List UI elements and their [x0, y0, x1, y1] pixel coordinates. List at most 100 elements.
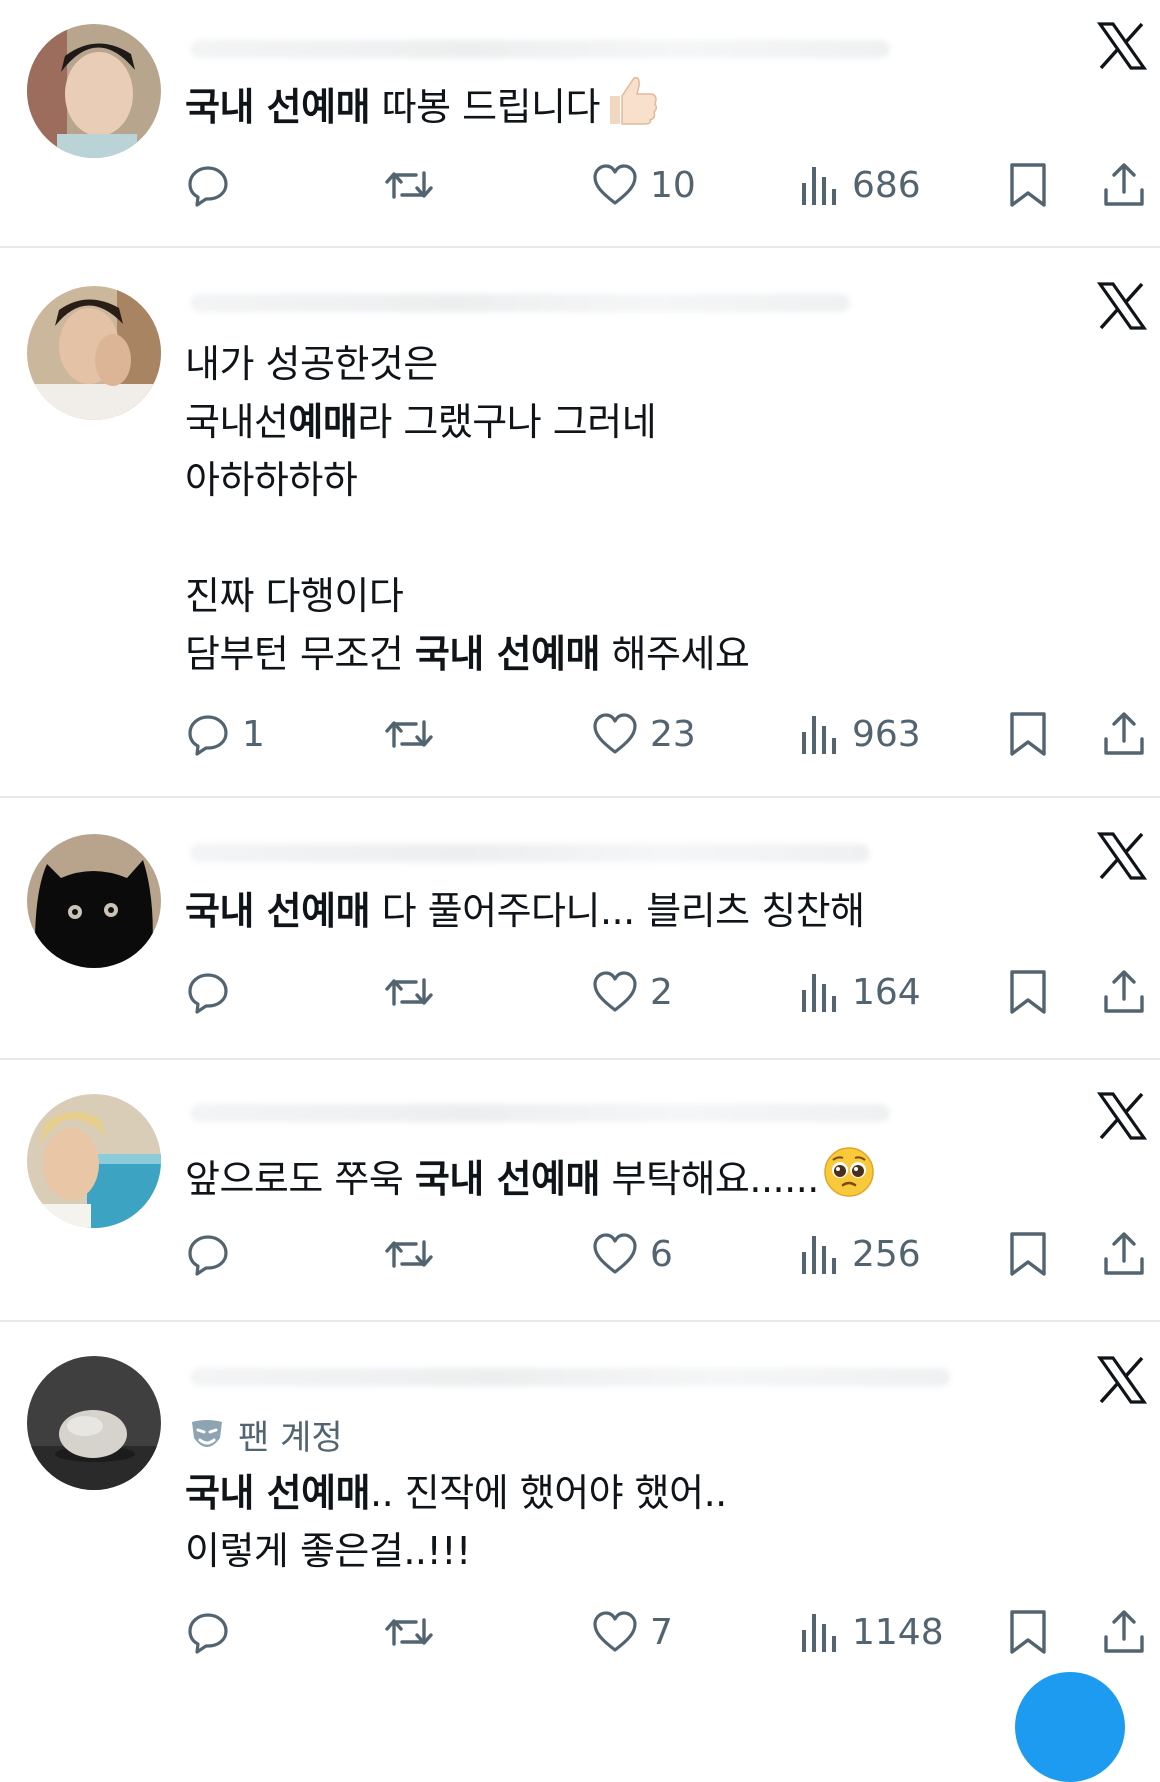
repost-button[interactable]: [384, 964, 434, 1020]
like-button[interactable]: 10: [592, 157, 696, 213]
like-button[interactable]: 7: [592, 1604, 673, 1660]
x-logo-icon[interactable]: [1096, 280, 1148, 332]
post-3[interactable]: 국내 선예매 다 풀어주다니... 블리츠 칭찬해 2 164: [0, 798, 1160, 1060]
repost-button[interactable]: [384, 1226, 434, 1282]
text-segment: 내가 성공한것은: [185, 342, 438, 386]
share-upload-icon: [1104, 712, 1144, 755]
views-button[interactable]: 686: [800, 157, 921, 213]
post-text: 앞으로도 쭈욱 국내 선예매 부탁해요......: [185, 1146, 875, 1204]
views-button[interactable]: 164: [800, 964, 921, 1020]
speech-bubble-icon: [188, 1235, 228, 1276]
post-1[interactable]: 국내 선예매 따봉 드립니다 10 686: [0, 0, 1160, 248]
bookmark-button[interactable]: [1008, 157, 1048, 213]
like-count: 2: [650, 971, 673, 1013]
thumbs-up-emoji-icon: [604, 74, 658, 142]
like-button[interactable]: 6: [592, 1226, 673, 1282]
text-segment: 라 그랬구나 그러네: [357, 400, 657, 444]
avatar[interactable]: [27, 1356, 161, 1490]
share-upload-icon: [1104, 1232, 1144, 1275]
post-5[interactable]: 팬 계정 국내 선예매.. 진작에 했어야 했어.. 이렇게 좋은걸..!!! …: [0, 1322, 1160, 1688]
reply-button[interactable]: [186, 1226, 242, 1282]
views-button[interactable]: 963: [800, 706, 921, 762]
heart-outline-icon: [593, 1611, 637, 1652]
share-button[interactable]: [1102, 1226, 1146, 1282]
x-logo-icon[interactable]: [1096, 830, 1148, 882]
blurred-username: [190, 844, 870, 862]
speech-bubble-icon: [188, 166, 228, 207]
text-bold: 국내 선예매: [185, 889, 371, 933]
action-bar: 1 23 963: [0, 706, 1160, 762]
bookmark-button[interactable]: [1008, 706, 1048, 762]
repost-arrows-icon: [385, 978, 433, 1006]
bookmark-button[interactable]: [1008, 1604, 1048, 1660]
share-upload-icon: [1104, 970, 1144, 1013]
action-bar: 6 256: [0, 1226, 1160, 1282]
views-count: 686: [852, 164, 921, 206]
bar-chart-icon: [802, 716, 836, 754]
heart-outline-icon: [593, 164, 637, 205]
like-button[interactable]: 23: [592, 706, 696, 762]
repost-button[interactable]: [384, 157, 434, 213]
text-line: 국내 선예매.. 진작에 했어야 했어..: [185, 1464, 727, 1522]
bar-chart-icon: [802, 1236, 836, 1274]
bar-chart-icon: [802, 1614, 836, 1652]
share-button[interactable]: [1102, 1604, 1146, 1660]
compose-fab-button[interactable]: [1015, 1672, 1125, 1782]
repost-button[interactable]: [384, 1604, 434, 1660]
pleading-face-emoji-icon: [823, 1146, 875, 1214]
views-button[interactable]: 1148: [800, 1604, 944, 1660]
action-bar: 10 686: [0, 157, 1160, 213]
bookmark-button[interactable]: [1008, 964, 1048, 1020]
views-count: 256: [852, 1233, 921, 1275]
x-logo-icon[interactable]: [1096, 1090, 1148, 1142]
reply-button[interactable]: [186, 157, 242, 213]
text-segment: 앞으로도 쭈욱: [185, 1157, 415, 1201]
avatar[interactable]: [27, 24, 161, 158]
avatar-photo: [27, 1356, 161, 1490]
blurred-username: [190, 1368, 950, 1386]
avatar[interactable]: [27, 1094, 161, 1228]
reply-button[interactable]: 1: [186, 706, 265, 762]
x-logo-icon[interactable]: [1096, 1354, 1148, 1406]
repost-arrows-icon: [385, 720, 433, 748]
heart-outline-icon: [593, 713, 637, 754]
post-text: 내가 성공한것은 국내선예매라 그랬구나 그러네 아하하하하 진짜 다행이다 담…: [185, 335, 750, 683]
bookmark-button[interactable]: [1008, 1226, 1048, 1282]
repost-arrows-icon: [385, 171, 433, 199]
reply-count: 1: [242, 713, 265, 755]
bar-chart-icon: [802, 974, 836, 1012]
avatar-photo: [27, 1094, 161, 1228]
text-segment: 다 풀어주다니... 블리츠 칭찬해: [370, 889, 865, 933]
x-logo-icon[interactable]: [1096, 20, 1148, 72]
share-button[interactable]: [1102, 706, 1146, 762]
repost-button[interactable]: [384, 706, 434, 762]
like-count: 6: [650, 1233, 673, 1275]
fan-account-badge: 팬 계정: [188, 1410, 343, 1459]
avatar[interactable]: [27, 286, 161, 420]
post-4[interactable]: 앞으로도 쭈욱 국내 선예매 부탁해요...... 6 256: [0, 1060, 1160, 1322]
text-segment: .. 진작에 했어야 했어..: [370, 1471, 727, 1515]
views-button[interactable]: 256: [800, 1226, 921, 1282]
share-button[interactable]: [1102, 964, 1146, 1020]
blurred-username: [190, 40, 890, 58]
post-2[interactable]: 내가 성공한것은 국내선예매라 그랬구나 그러네 아하하하하 진짜 다행이다 담…: [0, 248, 1160, 798]
heart-outline-icon: [593, 1233, 637, 1274]
avatar-photo: [27, 286, 161, 420]
share-button[interactable]: [1102, 157, 1146, 213]
avatar[interactable]: [27, 834, 161, 968]
post-text: 국내 선예매.. 진작에 했어야 했어.. 이렇게 좋은걸..!!!: [185, 1464, 727, 1580]
views-count: 164: [852, 971, 921, 1013]
views-count: 963: [852, 713, 921, 755]
share-upload-icon: [1104, 1610, 1144, 1653]
views-count: 1148: [852, 1611, 944, 1653]
like-count: 10: [650, 164, 696, 206]
speech-bubble-icon: [188, 973, 228, 1014]
text-line: 앞으로도 쭈욱 국내 선예매 부탁해요......: [185, 1146, 875, 1204]
blurred-username: [190, 294, 850, 312]
like-button[interactable]: 2: [592, 964, 673, 1020]
reply-button[interactable]: [186, 964, 242, 1020]
reply-button[interactable]: [186, 1604, 242, 1660]
text-bold: 국내 선예매: [414, 632, 601, 676]
heart-outline-icon: [593, 971, 637, 1012]
